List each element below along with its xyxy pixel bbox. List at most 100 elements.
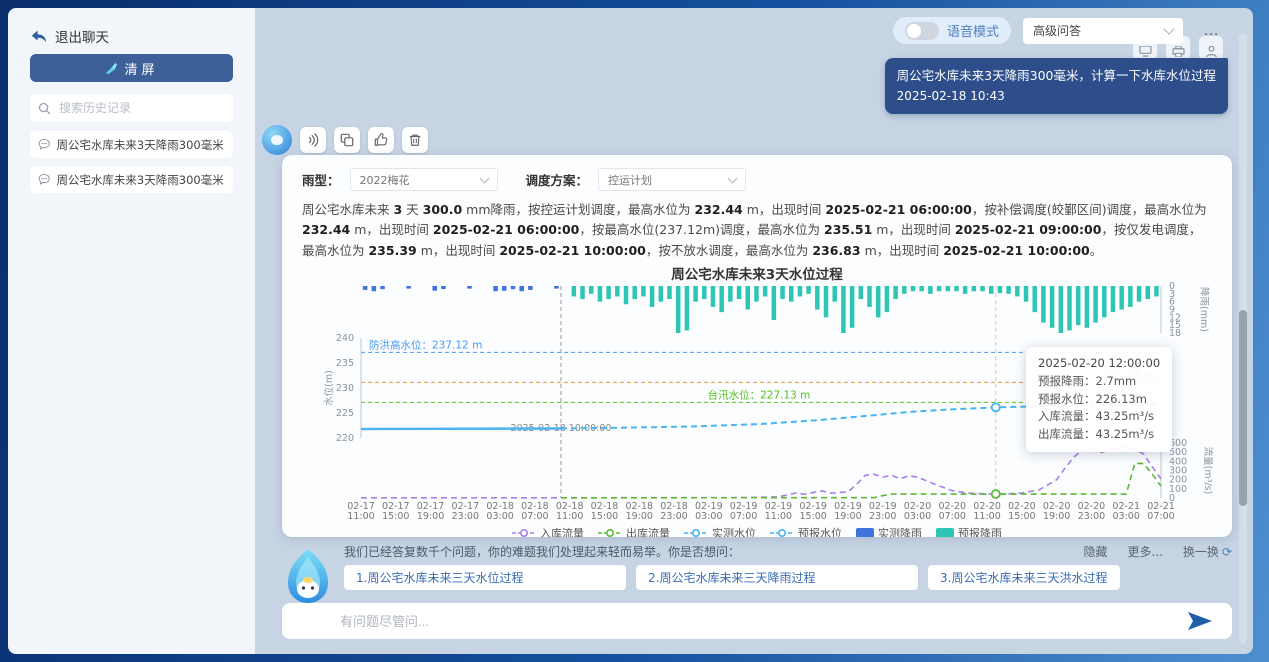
chart-canvas[interactable]: 2025-02-18 10:00:00240235230225220036912… [316, 281, 1226, 525]
assistant-avatar [262, 125, 292, 155]
clear-screen-button[interactable]: 清屏 [30, 54, 233, 82]
send-icon [1188, 612, 1212, 630]
svg-text:15:00: 15:00 [591, 511, 618, 522]
svg-text:15:00: 15:00 [382, 511, 409, 522]
svg-text:水位(m): 水位(m) [323, 370, 335, 406]
question-input[interactable] [338, 613, 1182, 630]
svg-text:11:00: 11:00 [556, 511, 583, 522]
refresh-icon: ⟳ [1222, 545, 1232, 559]
answer-paragraph: 周公宅水库未来 3 天 300.0 mm降雨，按控运计划调度，最高水位为 232… [302, 200, 1212, 261]
svg-text:23:00: 23:00 [660, 511, 687, 522]
search-icon [38, 102, 51, 115]
brush-icon [104, 62, 118, 75]
chart-controls: 雨型： 2022梅花 调度方案： 控运计划 [302, 167, 1212, 192]
svg-text:03:00: 03:00 [695, 511, 722, 522]
delete-icon[interactable] [402, 127, 428, 153]
chevron-down-icon [479, 173, 489, 183]
hide-link[interactable]: 隐藏 [1083, 543, 1107, 560]
voice-mode-toggle[interactable]: 语音模式 [893, 17, 1011, 44]
chart-area: 2025-02-18 10:00:00240235230225220036912… [316, 281, 1212, 529]
svg-text:降雨(mm): 降雨(mm) [1198, 287, 1210, 332]
svg-text:11:00: 11:00 [765, 511, 792, 522]
svg-text:225: 225 [336, 408, 354, 419]
plan-label: 调度方案： [526, 170, 589, 189]
svg-text:07:00: 07:00 [939, 511, 966, 522]
svg-text:19:00: 19:00 [1043, 511, 1070, 522]
svg-text:03:00: 03:00 [904, 511, 931, 522]
more-menu-button[interactable]: … [1195, 18, 1229, 44]
exit-chat-label: 退出聊天 [55, 26, 109, 46]
qa-mode-value: 高级问答 [1033, 22, 1081, 39]
rain-type-label: 雨型： [302, 170, 340, 189]
user-message-text: 周公宅水库未来3天降雨300毫米，计算一下水库水位过程 [897, 66, 1216, 85]
search-history-input[interactable] [57, 100, 225, 116]
copy-icon[interactable] [334, 127, 360, 153]
svg-text:07:00: 07:00 [730, 511, 757, 522]
suggestion-chip[interactable]: 3.周公宅水库未来三天洪水过程 [928, 565, 1120, 590]
suggestion-header-row: 我们已经答复数千个问题，你的难题我们处理起来轻而易举。你是否想问： 隐藏 更多.… [344, 543, 1232, 560]
chat-bubble-icon [38, 173, 50, 186]
svg-text:防洪高水位：237.12 m: 防洪高水位：237.12 m [369, 338, 482, 351]
assistant-actions-row [262, 125, 428, 155]
toggle-switch[interactable] [905, 22, 939, 40]
app-window: 退出聊天 清屏 周公宅水库未来3天降雨300毫米，... [0, 0, 1269, 662]
svg-text:235: 235 [336, 358, 354, 369]
svg-text:220: 220 [336, 433, 354, 444]
swap-link[interactable]: 换一换⟳ [1183, 543, 1232, 560]
suggestion-chip[interactable]: 2.周公宅水库未来三天降雨过程 [636, 565, 918, 590]
plan-select[interactable]: 控运计划 [598, 168, 746, 191]
plan-value: 控运计划 [608, 172, 652, 188]
chevron-down-icon [1163, 23, 1174, 34]
history-item-label: 周公宅水库未来3天降雨300毫米，... [56, 172, 225, 188]
user-message-time: 2025-02-18 10:43 [897, 87, 1216, 106]
svg-text:230: 230 [336, 383, 354, 394]
read-aloud-button[interactable] [300, 127, 326, 153]
chat-main: 语音模式 高级问答 … 周公宅水库未来3天降雨300毫米，计算一下水库水位过程 … [255, 8, 1253, 654]
svg-text:15:00: 15:00 [799, 511, 826, 522]
svg-text:23:00: 23:00 [452, 511, 479, 522]
answer-card: 雨型： 2022梅花 调度方案： 控运计划 周公宅水库未来 3 天 300.0 … [282, 155, 1232, 537]
user-message: 周公宅水库未来3天降雨300毫米，计算一下水库水位过程 2025-02-18 1… [885, 58, 1228, 114]
svg-text:19:00: 19:00 [417, 511, 444, 522]
composer [282, 603, 1232, 639]
scrollbar-thumb[interactable] [1239, 310, 1247, 506]
history-item-label: 周公宅水库未来3天降雨300毫米，... [56, 137, 225, 153]
send-button[interactable] [1182, 611, 1218, 631]
suggestions: 我们已经答复数千个问题，你的难题我们处理起来轻而易举。你是否想问： 隐藏 更多.… [282, 543, 1232, 590]
exit-chat-button[interactable]: 退出聊天 [30, 26, 109, 46]
history-item[interactable]: 周公宅水库未来3天降雨300毫米，... [30, 131, 233, 158]
svg-text:03:00: 03:00 [1113, 511, 1140, 522]
svg-text:07:00: 07:00 [1147, 511, 1174, 522]
header-controls: 语音模式 高级问答 … [893, 17, 1229, 44]
svg-text:240: 240 [336, 333, 354, 344]
suggestion-chips: 1.周公宅水库未来三天水位过程 2.周公宅水库未来三天降雨过程 3.周公宅水库未… [344, 565, 1232, 590]
mascot-avatar [282, 547, 334, 605]
svg-text:07:00: 07:00 [521, 511, 548, 522]
thumbs-up-icon[interactable] [368, 127, 394, 153]
suggestion-chip[interactable]: 1.周公宅水库未来三天水位过程 [344, 565, 626, 590]
qa-mode-select[interactable]: 高级问答 [1023, 18, 1183, 44]
voice-mode-label: 语音模式 [947, 21, 999, 40]
chart-title: 周公宅水库未来3天水位过程 [302, 263, 1212, 281]
svg-text:流量(m³/s): 流量(m³/s) [1202, 446, 1214, 494]
svg-text:03:00: 03:00 [486, 511, 513, 522]
svg-text:231.13 m: 231.13 m [1104, 370, 1154, 382]
sidebar: 退出聊天 清屏 周公宅水库未来3天降雨300毫米，... [8, 8, 255, 654]
clear-screen-label: 清屏 [124, 59, 158, 78]
chevron-down-icon [728, 173, 738, 183]
back-arrow-icon [30, 29, 47, 44]
svg-text:19:00: 19:00 [834, 511, 861, 522]
scrollbar-track[interactable] [1239, 34, 1247, 644]
svg-text:19:00: 19:00 [626, 511, 653, 522]
svg-text:15:00: 15:00 [1008, 511, 1035, 522]
svg-text:台汛水位：227.13 m: 台汛水位：227.13 m [708, 388, 811, 401]
svg-text:11:00: 11:00 [973, 511, 1000, 522]
history-item[interactable]: 周公宅水库未来3天降雨300毫米，... [30, 166, 233, 193]
search-history-box [30, 94, 233, 122]
svg-text:18: 18 [1169, 328, 1181, 339]
rain-type-value: 2022梅花 [360, 172, 410, 188]
suggestion-intro: 我们已经答复数千个问题，你的难题我们处理起来轻而易举。你是否想问： [344, 543, 1063, 560]
more-link[interactable]: 更多... [1127, 543, 1162, 560]
chat-bubble-icon [38, 138, 50, 151]
rain-type-select[interactable]: 2022梅花 [350, 168, 498, 191]
